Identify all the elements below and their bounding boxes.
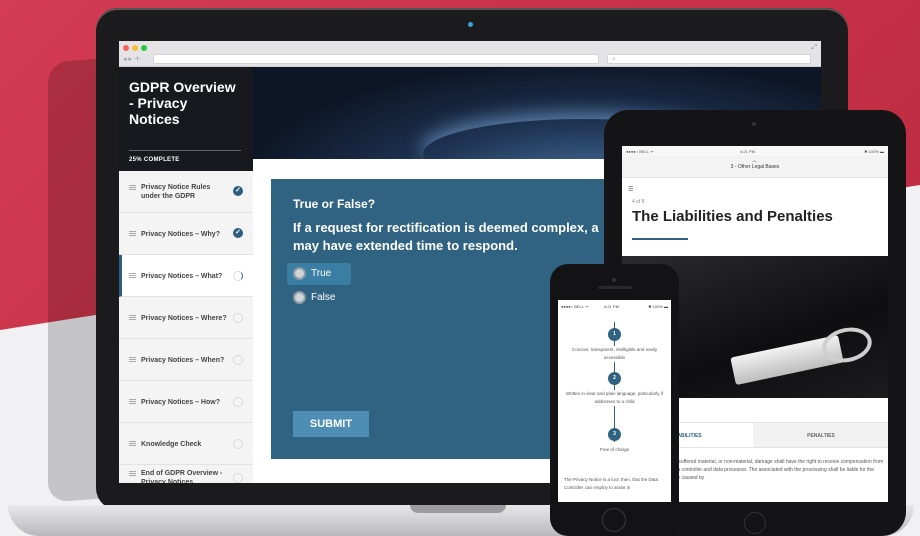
menu-lines-icon — [129, 441, 136, 446]
menu-icon[interactable]: ☰ — [628, 186, 633, 193]
option-label: True — [311, 268, 332, 279]
tablet-nav[interactable]: ︿ 3 - Other Legal Bases — [622, 156, 888, 178]
lesson-label: Privacy Notices – When? — [141, 357, 225, 364]
clock: 4:21 PM — [740, 149, 755, 154]
step-text: Written in clear and plain language, par… — [564, 390, 665, 406]
lesson-label: Privacy Notices – How? — [141, 399, 220, 406]
lesson-item[interactable]: Privacy Notice Rules under the GDPR ✓ — [119, 171, 253, 213]
camera-icon — [752, 122, 756, 126]
course-header: GDPR Overview - Privacy Notices 25% COMP… — [119, 67, 253, 171]
tab-body-text: no has suffered material, or non-materia… — [662, 459, 884, 481]
menu-lines-icon — [129, 185, 136, 190]
lesson-item[interactable]: Privacy Notices – How? — [119, 381, 253, 423]
signal-icon: ●●●●○ BELL ᯤ — [626, 149, 654, 154]
submit-button[interactable]: SUBMIT — [293, 411, 369, 437]
lesson-label: End of GDPR Overview - Privacy Notices — [141, 470, 223, 483]
chevron-up-icon: ︿ — [752, 158, 758, 164]
radio-icon[interactable] — [293, 291, 306, 304]
lesson-item[interactable]: Privacy Notices – Where? — [119, 297, 253, 339]
battery-icon: ✱ 100% ▬ — [648, 304, 668, 309]
step-text: Free of charge — [564, 446, 665, 454]
home-button[interactable] — [602, 508, 626, 532]
lesson-label: Privacy Notices – Where? — [141, 315, 227, 322]
camera-icon — [468, 22, 473, 27]
step-number: 3 — [608, 428, 621, 441]
lesson-label: Privacy Notices – Why? — [141, 231, 220, 238]
quiz-heading: True or False? — [293, 197, 376, 211]
phone-screen: ●●●●○ BELL ᯤ 4:21 PM ✱ 100% ▬ 1 Concise,… — [558, 300, 671, 502]
maximize-window-icon[interactable] — [141, 45, 147, 51]
phone: ●●●●○ BELL ᯤ 4:21 PM ✱ 100% ▬ 1 Concise,… — [550, 264, 679, 536]
speaker-grille — [598, 286, 632, 289]
course-title: GDPR Overview - Privacy Notices — [129, 79, 236, 127]
menu-lines-icon — [129, 471, 136, 476]
lesson-title: The Liabilities and Penalties — [632, 208, 833, 225]
nav-lesson-label: 3 - Other Legal Bases — [730, 164, 780, 170]
step-number: 1 — [608, 328, 621, 341]
incomplete-icon — [233, 439, 243, 449]
lesson-item[interactable]: Knowledge Check — [119, 423, 253, 465]
menu-lines-icon — [129, 357, 136, 362]
signal-icon: ●●●●○ BELL ᯤ — [561, 304, 589, 309]
incomplete-icon — [233, 313, 243, 323]
minimize-window-icon[interactable] — [132, 45, 138, 51]
camera-icon — [612, 278, 616, 282]
lesson-label: Privacy Notice Rules under the GDPR — [141, 184, 211, 200]
incomplete-icon — [233, 355, 243, 365]
check-icon: ✓ — [233, 228, 243, 238]
back-forward-icon[interactable]: ◂ ▸ ＋ — [123, 54, 141, 64]
progress-bar — [129, 150, 241, 151]
fullscreen-icon[interactable]: ⤢ — [811, 44, 817, 52]
step-number: 2 — [608, 372, 621, 385]
lesson-label: Privacy Notices – What? — [141, 273, 223, 280]
clock: 4:21 PM — [604, 304, 619, 309]
browser-search-field[interactable]: ⌕ — [607, 54, 811, 64]
lesson-item[interactable]: End of GDPR Overview - Privacy Notices — [119, 465, 253, 483]
tablet-status-bar: ●●●●○ BELL ᯤ 4:21 PM ✱ 100% ▬ — [622, 146, 888, 156]
lesson-count: 4 of 8 — [632, 199, 645, 205]
menu-lines-icon — [129, 273, 136, 278]
address-bar[interactable] — [153, 54, 599, 64]
check-icon: ✓ — [233, 186, 243, 196]
incomplete-icon — [233, 473, 243, 483]
tab-penalties[interactable]: PENALTIES — [753, 423, 888, 447]
browser-toolbar: ◂ ▸ ＋ ⌕ ⤢ — [119, 41, 821, 67]
option-label: False — [311, 292, 336, 303]
in-progress-icon — [233, 271, 243, 281]
close-window-icon[interactable] — [123, 45, 129, 51]
progress-label: 25% COMPLETE — [129, 157, 180, 163]
lesson-item-active[interactable]: Privacy Notices – What? — [119, 255, 253, 297]
option-true[interactable]: True — [287, 263, 351, 285]
radio-selected-icon[interactable] — [293, 267, 306, 280]
incomplete-icon — [233, 397, 243, 407]
lesson-sidebar: GDPR Overview - Privacy Notices 25% COMP… — [119, 67, 253, 483]
menu-lines-icon — [129, 231, 136, 236]
menu-lines-icon — [129, 315, 136, 320]
laptop-notch — [410, 505, 506, 513]
lesson-item[interactable]: Privacy Notices – Why? ✓ — [119, 213, 253, 255]
lesson-item[interactable]: Privacy Notices – When? — [119, 339, 253, 381]
lesson-label: Knowledge Check — [141, 441, 202, 448]
option-false[interactable]: False — [287, 287, 351, 309]
step-text: Concise, transparent, intelligible and e… — [564, 346, 665, 362]
title-underline — [632, 238, 688, 240]
footer-text: The Privacy Notice is a tool, then, that… — [564, 476, 665, 492]
home-button[interactable] — [744, 512, 766, 534]
menu-lines-icon — [129, 399, 136, 404]
tablet-tabs: LIABILITIES PENALTIES — [662, 422, 888, 448]
battery-icon: ✱ 100% ▬ — [864, 149, 884, 154]
